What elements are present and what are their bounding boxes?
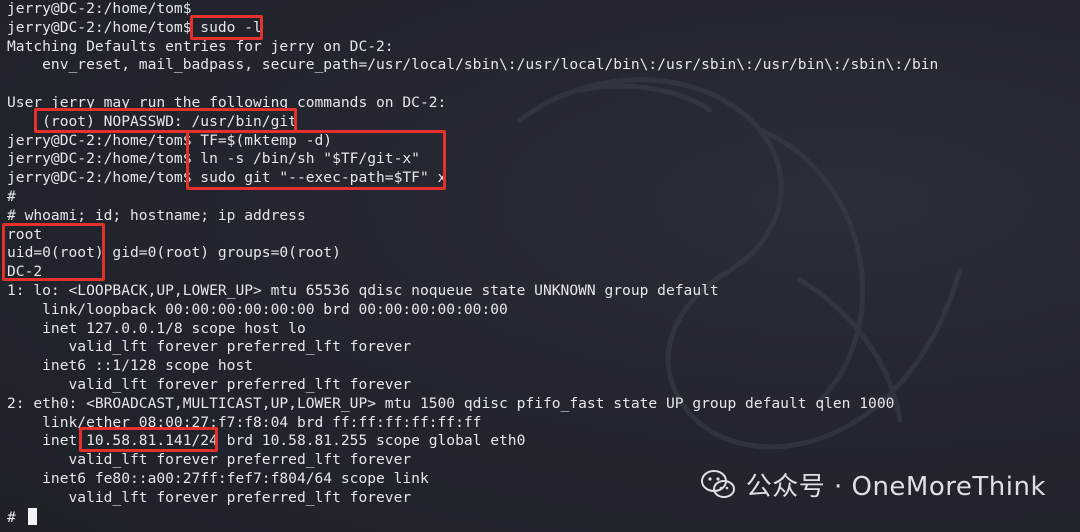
terminal-line: 1: lo: <LOOPBACK,UP,LOWER_UP> mtu 65536 … xyxy=(7,281,719,299)
terminal-window[interactable]: jerry@DC-2:/home/tom$ jerry@DC-2:/home/t… xyxy=(0,0,1080,532)
terminal-line: jerry@DC-2:/home/tom$ ln -s /bin/sh "$TF… xyxy=(7,150,420,168)
terminal-line: inet 127.0.0.1/8 scope host lo xyxy=(7,319,306,337)
terminal-cursor[interactable] xyxy=(27,507,37,525)
terminal-line: jerry@DC-2:/home/tom$ sudo git "--exec-p… xyxy=(7,169,447,187)
terminal-line: 2: eth0: <BROADCAST,MULTICAST,UP,LOWER_U… xyxy=(7,394,895,412)
terminal-line: # whoami; id; hostname; ip address xyxy=(7,206,306,224)
terminal-line: jerry@DC-2:/home/tom$ xyxy=(7,0,192,17)
watermark-text: 公众号 · OneMoreThink xyxy=(745,472,1046,502)
terminal-line: link/loopback 00:00:00:00:00:00 brd 00:0… xyxy=(7,300,508,318)
terminal-line: DC-2 xyxy=(7,263,43,281)
terminal-line: # xyxy=(7,187,16,205)
terminal-line: link/ether 08:00:27:f7:f8:04 brd ff:ff:f… xyxy=(7,413,482,431)
terminal-line: inet6 ::1/128 scope host xyxy=(7,357,254,375)
terminal-line: inet 10.58.81.141/24 brd 10.58.81.255 sc… xyxy=(7,432,526,450)
wechat-icon xyxy=(700,469,735,498)
terminal-line: valid_lft forever preferred_lft forever xyxy=(7,338,412,356)
terminal-line: User jerry may run the following command… xyxy=(7,93,447,111)
terminal-line: jerry@DC-2:/home/tom$ sudo -l xyxy=(7,18,262,36)
terminal-line: root xyxy=(7,225,43,243)
root-prompt: # xyxy=(7,508,25,526)
terminal-line: (root) NOPASSWD: /usr/bin/git xyxy=(7,112,297,130)
terminal-line: valid_lft forever preferred_lft forever xyxy=(7,375,412,393)
terminal-line: Matching Defaults entries for jerry on D… xyxy=(7,37,394,55)
prompt-line[interactable]: # xyxy=(7,507,1080,527)
terminal-output: jerry@DC-2:/home/tom$ jerry@DC-2:/home/t… xyxy=(7,0,1080,526)
terminal-line: jerry@DC-2:/home/tom$ TF=$(mktemp -d) xyxy=(7,131,333,149)
terminal-line: uid=0(root) gid=0(root) groups=0(root) xyxy=(7,244,341,262)
terminal-line: env_reset, mail_badpass, secure_path=/us… xyxy=(7,56,939,74)
watermark: 公众号 · OneMoreThink xyxy=(700,466,1046,503)
